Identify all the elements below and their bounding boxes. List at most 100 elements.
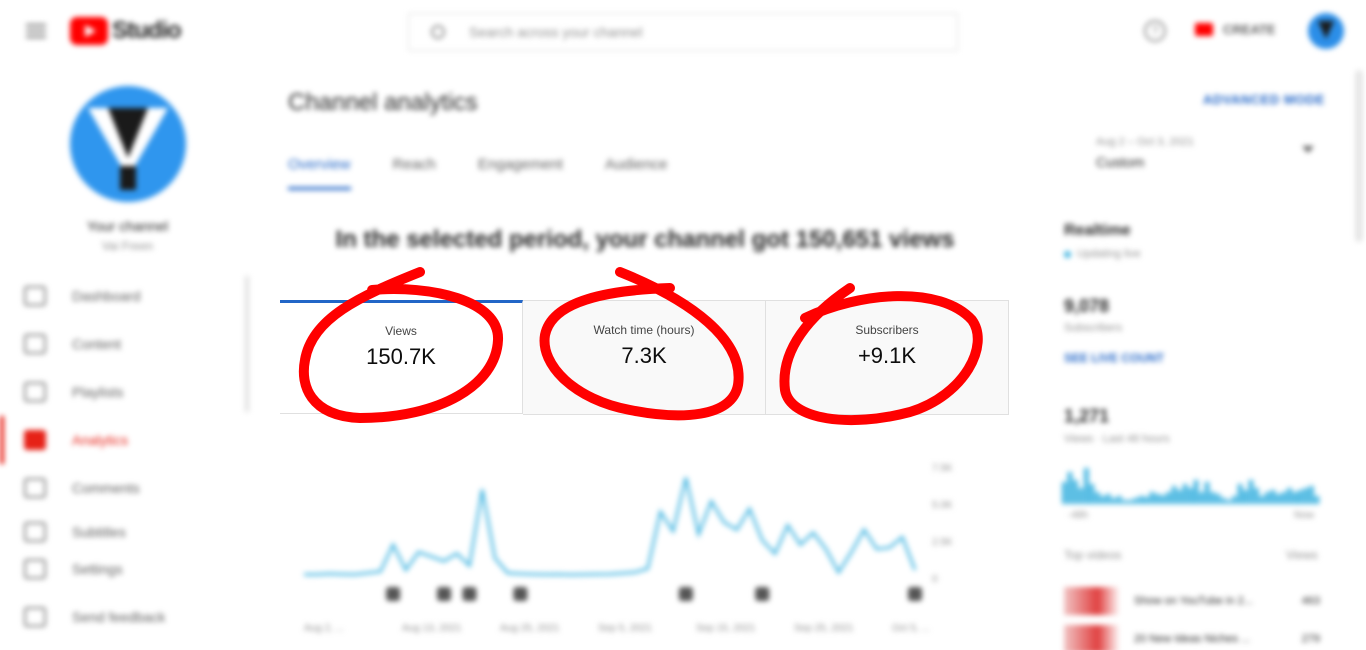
video-views: 279	[1301, 633, 1320, 645]
sidebar-item-analytics[interactable]: Analytics	[0, 416, 240, 464]
realtime-bar	[1210, 492, 1215, 504]
channel-name: Your channel	[86, 218, 169, 234]
live-dot-icon	[1064, 250, 1071, 258]
metric-card-views[interactable]: Views 150.7K	[280, 300, 523, 414]
video-marker-icon[interactable]	[678, 587, 693, 601]
metric-card-watch-time[interactable]: Watch time (hours) 7.3K	[523, 301, 766, 415]
metric-label: Watch time (hours)	[593, 323, 695, 337]
metric-label: Subscribers	[855, 323, 919, 337]
realtime-bar	[1276, 494, 1281, 504]
realtime-bar	[1204, 482, 1210, 504]
date-range-value: Custom	[1096, 154, 1145, 170]
channel-handle: Vai Freen	[101, 239, 154, 253]
sidebar-item-settings[interactable]: Settings	[0, 545, 240, 593]
sidebar-item-dashboard[interactable]: Dashboard	[0, 272, 240, 320]
chart-svg: 7.5K 5.0K 2.5K 0 Aug 2, ... Aug 13, 2021 Aug 2…	[304, 463, 953, 634]
realtime-bar	[1287, 488, 1292, 504]
video-marker-icon[interactable]	[462, 587, 477, 601]
realtime-bar	[1243, 490, 1248, 504]
sidebar-item-label: Dashboard	[72, 288, 141, 304]
video-marker-icon[interactable]	[755, 587, 770, 601]
account-avatar[interactable]	[1308, 13, 1344, 49]
views-series-line	[304, 477, 917, 576]
feedback-icon	[24, 607, 46, 627]
top-bar: Studio Search across your channel ? CREA…	[0, 0, 1366, 64]
realtime-bar	[1149, 492, 1155, 504]
realtime-bar	[1138, 496, 1144, 504]
realtime-bar	[1254, 488, 1259, 504]
sidebar-item-comments[interactable]: Comments	[0, 464, 240, 512]
tab-audience[interactable]: Audience	[605, 156, 668, 190]
settings-icon	[24, 559, 46, 579]
sidebar-scrollbar[interactable]	[245, 276, 249, 412]
help-icon[interactable]: ?	[1144, 20, 1166, 42]
see-live-count-link[interactable]: SEE LIVE COUNT	[1064, 351, 1164, 365]
page-scrollbar[interactable]	[1355, 70, 1363, 242]
list-item[interactable]: Show on YouTube in 2... 463	[1064, 586, 1320, 616]
sidebar-item-playlists[interactable]: Playlists	[0, 368, 240, 416]
realtime-bar	[1270, 490, 1276, 504]
realtime-bar	[1292, 492, 1298, 504]
dashboard-icon	[24, 286, 46, 306]
realtime-bar	[1073, 480, 1078, 504]
realtime-bar-chart	[1062, 468, 1320, 504]
date-range-dates: Aug 2 – Oct 3, 2021	[1096, 136, 1194, 148]
x-tick-label: Aug 13, 2021	[402, 623, 462, 634]
x-tick-label: Sep 5, 2021	[598, 623, 652, 634]
realtime-bar	[1265, 492, 1270, 504]
search-input[interactable]: Search across your channel	[408, 13, 958, 51]
realtime-bar	[1144, 496, 1149, 504]
menu-icon[interactable]	[26, 24, 46, 38]
video-marker-icon[interactable]	[386, 587, 401, 601]
tab-overview[interactable]: Overview	[288, 156, 351, 190]
realtime-bar	[1094, 492, 1100, 504]
x-tick-label: Sep 15, 2021	[696, 623, 756, 634]
chevron-down-icon[interactable]	[1302, 146, 1314, 153]
video-marker-icon[interactable]	[513, 587, 528, 601]
realtime-bar	[1105, 494, 1111, 504]
realtime-bar	[1122, 500, 1128, 504]
youtube-logo-icon	[70, 17, 108, 45]
date-range-selector[interactable]: Aug 2 – Oct 3, 2021 Custom	[1096, 136, 1194, 170]
metric-label: Views	[385, 324, 417, 338]
subtitles-icon	[24, 522, 46, 542]
realtime-bar	[1226, 500, 1232, 504]
mini-axis-left: -48h	[1068, 510, 1089, 521]
studio-logo[interactable]: Studio	[70, 17, 182, 45]
advanced-mode-link[interactable]: ADVANCED MODE	[1203, 92, 1325, 107]
tab-reach[interactable]: Reach	[393, 156, 436, 190]
realtime-bar	[1259, 496, 1265, 504]
x-tick-label: Aug 25, 2021	[500, 623, 560, 634]
metric-value: +9.1K	[857, 343, 917, 368]
realtime-views-label: Views · Last 48 hours	[1064, 433, 1170, 445]
realtime-bar	[1078, 488, 1084, 504]
sidebar: Your channel Vai Freen Dashboard Content…	[0, 64, 255, 648]
realtime-bar	[1084, 468, 1089, 504]
sidebar-item-feedback[interactable]: Send feedback	[0, 593, 240, 641]
mini-axis-right: Now	[1294, 510, 1315, 521]
views-column-header: Views	[1286, 548, 1318, 562]
tab-engagement[interactable]: Engagement	[478, 156, 563, 190]
realtime-bar	[1111, 498, 1117, 504]
realtime-bar	[1067, 472, 1073, 504]
y-tick-label: 7.5K	[932, 463, 953, 474]
realtime-bar	[1298, 490, 1303, 504]
metric-card-subscribers[interactable]: Subscribers +9.1K	[766, 301, 1009, 415]
list-item[interactable]: 20 New Ideas Niches ... 279	[1064, 624, 1320, 650]
video-marker-icon[interactable]	[908, 587, 922, 601]
video-camera-icon	[1195, 23, 1213, 36]
top-videos-label: Top videos	[1064, 548, 1122, 562]
create-button[interactable]: CREATE	[1195, 22, 1275, 37]
channel-avatar[interactable]	[70, 86, 186, 202]
realtime-live-text: Updating live	[1077, 248, 1141, 260]
sidebar-item-label: Send feedback	[72, 609, 166, 625]
period-summary-headline: In the selected period, your channel got…	[335, 226, 955, 253]
sidebar-item-label: Settings	[72, 561, 123, 577]
sidebar-item-label: Content	[72, 336, 122, 352]
realtime-bar	[1062, 482, 1067, 504]
sidebar-item-content[interactable]: Content	[0, 320, 240, 368]
video-marker-icon[interactable]	[437, 587, 452, 601]
realtime-bar	[1133, 498, 1139, 504]
create-label: CREATE	[1223, 22, 1276, 37]
video-thumbnail	[1064, 625, 1120, 650]
